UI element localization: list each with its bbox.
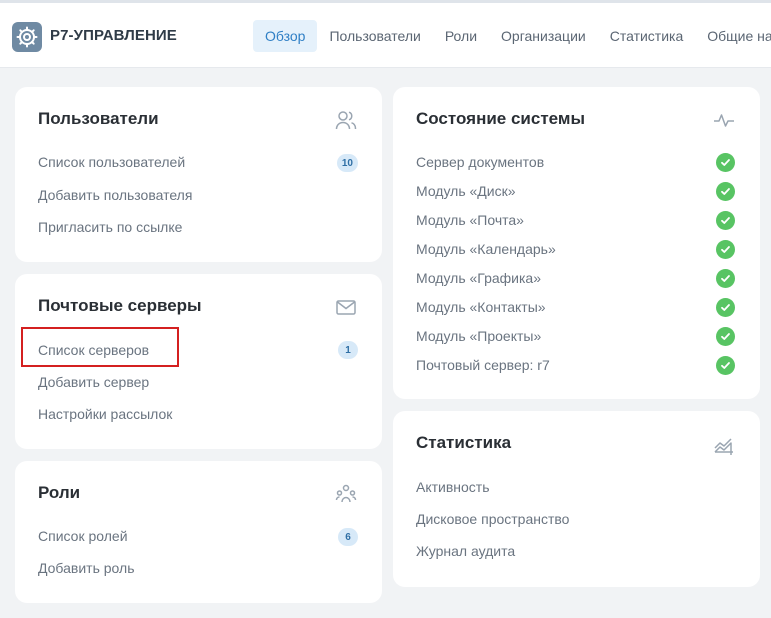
top-header: Р7-УПРАВЛЕНИЕ Обзор Пользователи Роли Ор…: [0, 3, 771, 68]
main-nav: Обзор Пользователи Роли Организации Стат…: [253, 20, 771, 52]
selection-highlight: [21, 327, 179, 367]
roles-count-badge: 6: [338, 528, 358, 546]
invite-link[interactable]: Пригласить по ссылке: [38, 219, 182, 235]
nav-tab-organizations[interactable]: Организации: [489, 20, 598, 52]
gear-logo-icon[interactable]: [12, 22, 42, 52]
brand-title: Р7-УПРАВЛЕНИЕ: [50, 27, 177, 44]
mail-card-title: Почтовые серверы: [38, 296, 202, 315]
check-icon: [716, 298, 735, 317]
mailing-settings-link[interactable]: Настройки рассылок: [38, 406, 172, 422]
roles-list-link[interactable]: Список ролей: [38, 528, 128, 544]
roles-card-title: Роли: [38, 483, 81, 502]
audit-log-link[interactable]: Журнал аудита: [416, 543, 515, 559]
system-status-card: Состояние системы Сервер документов Модул…: [393, 87, 760, 399]
status-label[interactable]: Модуль «Почта»: [416, 212, 524, 228]
nav-tab-users[interactable]: Пользователи: [317, 20, 432, 52]
nav-tab-roles[interactable]: Роли: [433, 20, 489, 52]
mail-icon: [335, 296, 357, 318]
servers-count-badge: 1: [338, 341, 358, 359]
status-row: Модуль «Проекты»: [416, 327, 735, 347]
nav-tab-overview[interactable]: Обзор: [253, 20, 318, 52]
status-label[interactable]: Сервер документов: [416, 154, 544, 170]
add-user-link[interactable]: Добавить пользователя: [38, 187, 192, 203]
check-icon: [716, 240, 735, 259]
activity-link[interactable]: Активность: [416, 479, 490, 495]
status-row: Модуль «Календарь»: [416, 240, 735, 260]
status-row: Модуль «Диск»: [416, 182, 735, 202]
check-icon: [716, 182, 735, 201]
system-card-title: Состояние системы: [416, 109, 585, 128]
pulse-icon: [713, 109, 735, 131]
check-icon: [716, 269, 735, 288]
add-server-link[interactable]: Добавить сервер: [38, 374, 149, 390]
check-icon: [716, 356, 735, 375]
status-label[interactable]: Модуль «Диск»: [416, 183, 516, 199]
status-label[interactable]: Модуль «Графика»: [416, 270, 541, 286]
check-icon: [716, 327, 735, 346]
users-icon: [335, 109, 357, 131]
status-label[interactable]: Модуль «Контакты»: [416, 299, 546, 315]
nav-tab-common[interactable]: Общие на: [695, 20, 771, 52]
status-row: Модуль «Почта»: [416, 211, 735, 231]
status-row: Модуль «Контакты»: [416, 298, 735, 318]
disk-space-link[interactable]: Дисковое пространство: [416, 511, 569, 527]
users-card-title: Пользователи: [38, 109, 159, 128]
status-label[interactable]: Модуль «Календарь»: [416, 241, 556, 257]
status-row: Сервер документов: [416, 153, 735, 173]
check-icon: [716, 153, 735, 172]
users-count-badge: 10: [336, 154, 358, 172]
status-row: Почтовый сервер: r7: [416, 356, 735, 376]
add-role-link[interactable]: Добавить роль: [38, 560, 135, 576]
roles-card: Роли Список ролей 6 Добавить роль: [15, 461, 382, 603]
status-label[interactable]: Модуль «Проекты»: [416, 328, 541, 344]
stats-card-title: Статистика: [416, 433, 512, 452]
check-icon: [716, 211, 735, 230]
nav-tab-statistics[interactable]: Статистика: [598, 20, 696, 52]
users-list-link[interactable]: Список пользователей: [38, 154, 185, 170]
roles-icon: [335, 483, 357, 505]
chart-icon: [713, 433, 735, 455]
statistics-card: Статистика Активность Дисковое пространс…: [393, 411, 760, 587]
status-label[interactable]: Почтовый сервер: r7: [416, 357, 550, 373]
users-card: Пользователи Список пользователей 10 Доб…: [15, 87, 382, 262]
status-row: Модуль «Графика»: [416, 269, 735, 289]
